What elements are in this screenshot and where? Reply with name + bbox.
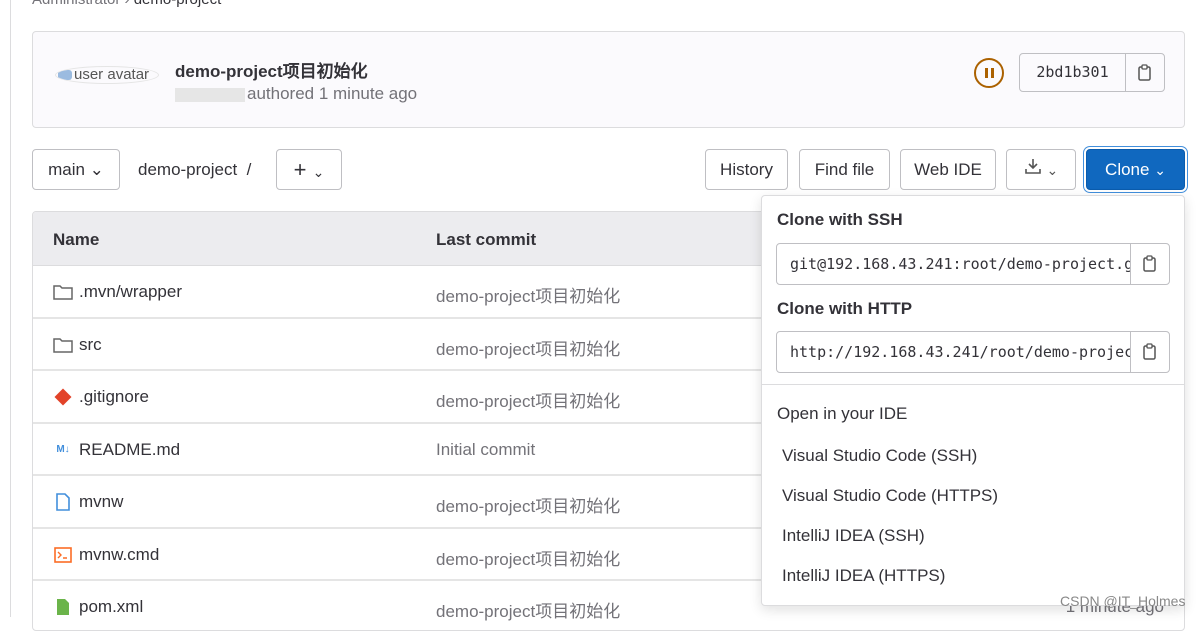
watermark: CSDN @IT_Holmes <box>1060 593 1186 609</box>
add-to-tree-button[interactable]: + ⌄ <box>276 149 342 190</box>
breadcrumb-current[interactable]: demo-project <box>134 0 222 8</box>
copy-sha-button[interactable] <box>1126 54 1164 91</box>
open-ide-label: Open in your IDE <box>777 404 908 423</box>
clone-ssh-label: Clone with SSH <box>777 210 903 229</box>
clone-button[interactable]: Clone ⌄ <box>1086 149 1185 190</box>
file-name-link[interactable]: M↓ README.md <box>53 440 180 460</box>
ide-item-intellij-https[interactable]: IntelliJ IDEA (HTTPS) <box>782 566 945 586</box>
commit-sha-group: 2bd1b301 <box>1019 53 1165 92</box>
file-name-link[interactable]: .mvn/wrapper <box>53 282 182 302</box>
markdown-icon: M↓ <box>56 444 70 455</box>
column-name: Name <box>53 230 100 249</box>
clipboard-icon <box>1138 63 1151 81</box>
branch-selector[interactable]: main ⌄ <box>32 149 120 190</box>
file-name-link[interactable]: mvnw <box>53 492 123 512</box>
http-url-group <box>776 331 1170 373</box>
commit-message-link[interactable]: demo-project项目初始化 <box>436 545 620 570</box>
folder-icon <box>53 336 73 354</box>
author-redacted <box>175 87 245 102</box>
git-icon <box>53 388 73 406</box>
find-file-button[interactable]: Find file <box>799 149 890 190</box>
clone-http-label: Clone with HTTP <box>777 299 913 318</box>
repo-path: demo-project / <box>138 160 252 179</box>
commit-title[interactable]: demo-project项目初始化 <box>175 57 368 82</box>
commit-meta: authored 1 minute ago <box>175 84 417 104</box>
file-icon <box>53 493 73 511</box>
broken-image-icon <box>58 70 72 80</box>
commit-message-link[interactable]: demo-project项目初始化 <box>436 597 620 622</box>
avatar: user avatar <box>55 66 159 84</box>
commit-message-link[interactable]: demo-project项目初始化 <box>436 492 620 517</box>
column-last-commit: Last commit <box>436 230 537 249</box>
download-button[interactable]: ⌄ <box>1006 149 1076 190</box>
commit-sha[interactable]: 2bd1b301 <box>1020 54 1126 91</box>
sidebar-border <box>10 0 11 617</box>
copy-ssh-button[interactable] <box>1131 244 1169 284</box>
clipboard-icon <box>1143 343 1156 360</box>
folder-icon <box>53 283 73 301</box>
file-name-link[interactable]: src <box>53 335 102 355</box>
commit-message-link[interactable]: Initial commit <box>436 440 535 460</box>
commit-message-link[interactable]: demo-project项目初始化 <box>436 282 620 307</box>
ssh-url-group <box>776 243 1170 285</box>
path-root[interactable]: demo-project <box>138 160 237 179</box>
ide-item-vscode-https[interactable]: Visual Studio Code (HTTPS) <box>782 486 998 506</box>
divider <box>762 384 1184 385</box>
copy-http-button[interactable] <box>1131 332 1169 372</box>
http-url-input[interactable] <box>777 332 1131 372</box>
breadcrumb: Administrator › demo-project <box>32 0 221 8</box>
breadcrumb-parent[interactable]: Administrator <box>32 0 120 8</box>
xml-icon <box>53 598 73 616</box>
last-commit-panel: user avatar demo-project项目初始化 authored 1… <box>32 31 1185 128</box>
ide-item-intellij-ssh[interactable]: IntelliJ IDEA (SSH) <box>782 526 925 546</box>
commit-message-link[interactable]: demo-project项目初始化 <box>436 335 620 360</box>
commit-message-link[interactable]: demo-project项目初始化 <box>436 387 620 412</box>
download-icon <box>1024 159 1041 174</box>
ide-item-vscode-ssh[interactable]: Visual Studio Code (SSH) <box>782 446 977 466</box>
clipboard-icon <box>1143 255 1156 272</box>
history-button[interactable]: History <box>705 149 788 190</box>
file-name-link[interactable]: mvnw.cmd <box>53 545 159 565</box>
file-name-link[interactable]: pom.xml <box>53 597 143 617</box>
file-name-link[interactable]: .gitignore <box>53 387 149 407</box>
terminal-icon <box>53 546 73 564</box>
web-ide-button[interactable]: Web IDE <box>900 149 996 190</box>
clone-dropdown: Clone with SSH Clone with HTTP Open in y… <box>761 195 1185 606</box>
ssh-url-input[interactable] <box>777 244 1131 284</box>
pipeline-paused-icon[interactable] <box>974 58 1004 88</box>
